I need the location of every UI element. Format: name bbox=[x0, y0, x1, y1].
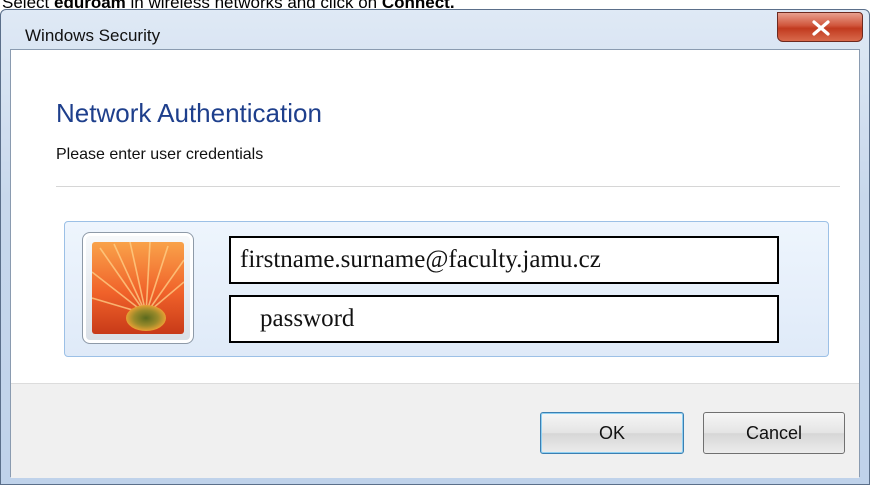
cancel-button[interactable]: Cancel bbox=[703, 412, 845, 454]
title-bar[interactable]: Windows Security bbox=[1, 10, 869, 50]
button-bar: OK Cancel bbox=[11, 383, 859, 478]
dialog-heading: Network Authentication bbox=[56, 98, 322, 128]
ok-button[interactable]: OK bbox=[540, 412, 684, 454]
password-field[interactable]: password bbox=[229, 295, 779, 343]
divider bbox=[56, 186, 840, 187]
window-title: Windows Security bbox=[25, 26, 161, 45]
avatar bbox=[82, 232, 194, 344]
close-icon bbox=[812, 20, 830, 36]
flower-avatar-icon bbox=[92, 242, 184, 334]
security-dialog: Windows Security Network Authentication … bbox=[0, 9, 870, 485]
close-button[interactable] bbox=[777, 12, 863, 42]
dialog-subheading: Please enter user credentials bbox=[56, 146, 264, 163]
credential-tile[interactable]: firstname.surname@faculty.jamu.cz passwo… bbox=[64, 221, 829, 357]
username-field[interactable]: firstname.surname@faculty.jamu.cz bbox=[229, 236, 779, 284]
dialog-content: Network Authentication Please enter user… bbox=[10, 49, 860, 478]
